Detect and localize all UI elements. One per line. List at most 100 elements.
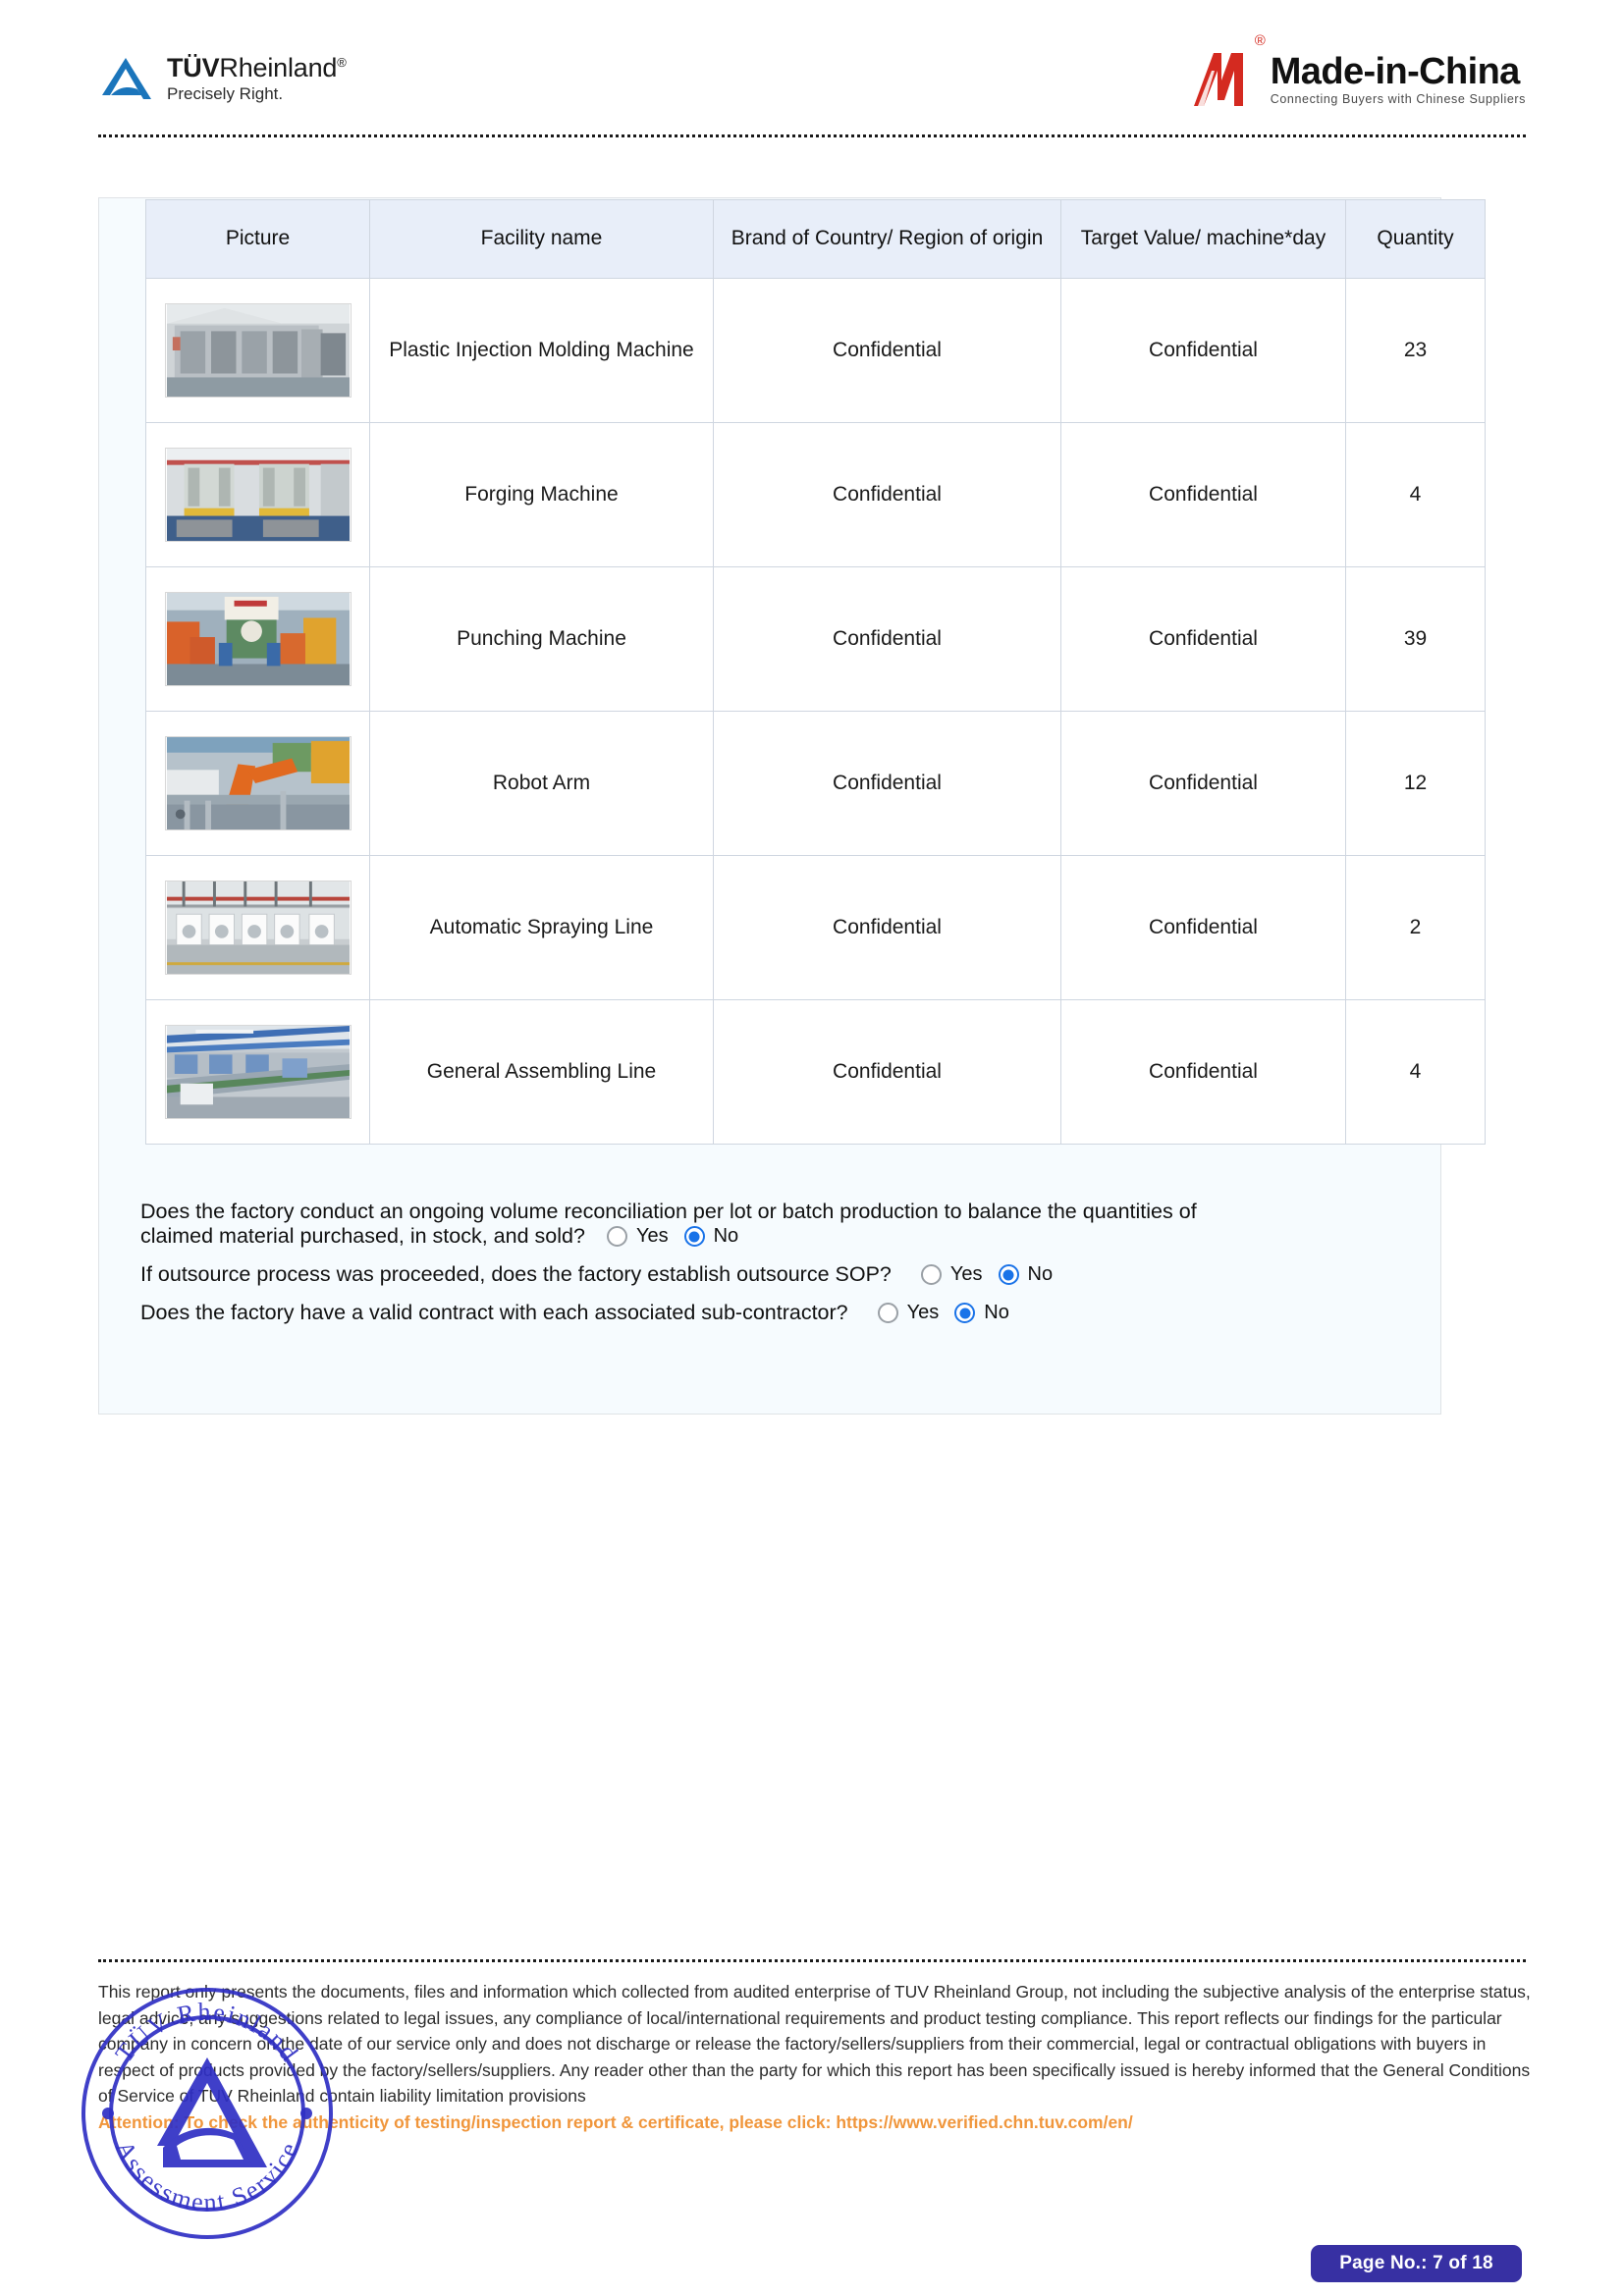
facility-name-cell: General Assembling Line (369, 999, 714, 1145)
facility-picture-cell (145, 422, 370, 567)
question-text-line1: If outsource process was proceeded, does… (140, 1262, 892, 1286)
column-header-quantity: Quantity (1345, 199, 1486, 279)
radio-option-yes[interactable]: Yes (606, 1225, 669, 1248)
radio-no-label: No (984, 1302, 1009, 1323)
radio-option-no[interactable]: No (998, 1263, 1054, 1286)
target-value-cell: Confidential (1060, 566, 1346, 712)
target-value-cell: Confidential (1060, 422, 1346, 567)
questionnaire: Does the factory conduct an ongoing volu… (140, 1200, 1436, 1339)
tuv-brand-bold: TÜV (167, 53, 220, 82)
column-header-target-value: Target Value/ machine*day (1060, 199, 1346, 279)
mic-tagline: Connecting Buyers with Chinese Suppliers (1270, 92, 1526, 106)
made-in-china-logo: ® Made-in-China Connecting Buyers with Ch… (1192, 33, 1526, 106)
question-outsource-sop: If outsource process was proceeded, does… (140, 1262, 1436, 1287)
radio-no-icon[interactable] (683, 1226, 705, 1247)
brand-origin-cell: Confidential (713, 999, 1061, 1145)
radio-group: Yes No (877, 1302, 1009, 1324)
radio-option-yes[interactable]: Yes (920, 1263, 983, 1286)
mic-m-icon (1192, 51, 1263, 106)
robot-arm-photo (164, 736, 352, 830)
tuv-brand-rest: Rheinland (219, 53, 338, 82)
facility-name-cell: Plastic Injection Molding Machine (369, 278, 714, 423)
brand-origin-cell: Confidential (713, 711, 1061, 856)
radio-no-icon[interactable] (954, 1303, 976, 1323)
radio-no-label: No (1027, 1263, 1054, 1285)
question-answer-row: claimed material purchased, in stock, an… (140, 1224, 1436, 1249)
facility-picture-cell (145, 566, 370, 712)
footer-attention-link[interactable]: Attention: To check the authenticity of … (98, 2112, 1542, 2133)
footer-divider (98, 1959, 1526, 1962)
target-value-cell: Confidential (1060, 711, 1346, 856)
mic-brand-text: Made-in-China (1270, 51, 1521, 93)
tuv-wordmark: TÜVRheinland® Precisely Right. (167, 55, 347, 103)
mic-registered-icon: ® (1254, 32, 1266, 50)
page-number-badge: Page No.: 7 of 18 (1311, 2245, 1522, 2282)
footer-disclaimer: This report only presents the documents,… (98, 1982, 1531, 2107)
radio-yes-label: Yes (635, 1225, 669, 1247)
facility-table: Picture Facility name Brand of Country/ … (145, 199, 1486, 1145)
quantity-cell: 12 (1345, 711, 1486, 856)
radio-yes-icon[interactable] (877, 1303, 898, 1323)
question-volume-reconciliation: Does the factory conduct an ongoing volu… (140, 1200, 1436, 1249)
brand-origin-cell: Confidential (713, 422, 1061, 567)
question-answer-row: If outsource process was proceeded, does… (140, 1262, 1436, 1287)
quantity-cell: 2 (1345, 855, 1486, 1000)
table-header-row: Picture Facility name Brand of Country/ … (145, 199, 1486, 279)
tuv-brand-name: TÜVRheinland® (167, 55, 347, 81)
question-text-line1: Does the factory conduct an ongoing volu… (140, 1200, 1197, 1223)
facility-picture-cell (145, 855, 370, 1000)
target-value-cell: Confidential (1060, 999, 1346, 1145)
general-assembling-line-photo (164, 1025, 352, 1119)
table-row: General Assembling Line Confidential Con… (145, 999, 1486, 1145)
column-header-brand-origin: Brand of Country/ Region of origin (713, 199, 1061, 279)
svg-text:Assessment Service: Assessment Service (110, 2136, 304, 2216)
brand-origin-cell: Confidential (713, 278, 1061, 423)
question-text-line1: Does the factory have a valid contract w… (140, 1301, 848, 1324)
column-header-facility-name: Facility name (369, 199, 714, 279)
column-header-picture: Picture (145, 199, 370, 279)
facility-name-cell: Automatic Spraying Line (369, 855, 714, 1000)
radio-option-no[interactable]: No (954, 1302, 1009, 1324)
question-subcontractor-contract: Does the factory have a valid contract w… (140, 1301, 1436, 1325)
radio-group: Yes No (920, 1263, 1054, 1286)
quantity-cell: 39 (1345, 566, 1486, 712)
quantity-cell: 4 (1345, 999, 1486, 1145)
radio-yes-label: Yes (906, 1302, 940, 1323)
tuv-triangle-icon (98, 55, 153, 102)
facility-picture-cell (145, 999, 370, 1145)
quantity-cell: 23 (1345, 278, 1486, 423)
tuv-tagline: Precisely Right. (167, 84, 284, 103)
tuv-rheinland-logo: TÜVRheinland® Precisely Right. (98, 55, 347, 102)
quantity-cell: 4 (1345, 422, 1486, 567)
facility-name-cell: Robot Arm (369, 711, 714, 856)
question-text-line2: claimed material purchased, in stock, an… (140, 1224, 585, 1248)
page-header: TÜVRheinland® Precisely Right. ® Made-in-… (98, 29, 1526, 128)
forging-machine-photo (164, 448, 352, 542)
radio-yes-label: Yes (949, 1263, 983, 1285)
radio-yes-icon[interactable] (920, 1264, 942, 1285)
mic-wordmark: ® Made-in-China Connecting Buyers with Ch… (1255, 33, 1526, 106)
radio-option-no[interactable]: No (683, 1225, 738, 1248)
table-row: Automatic Spraying Line Confidential Con… (145, 855, 1486, 1000)
target-value-cell: Confidential (1060, 278, 1346, 423)
facility-picture-cell (145, 711, 370, 856)
brand-origin-cell: Confidential (713, 566, 1061, 712)
mic-brand-name: ® Made-in-China (1255, 33, 1521, 93)
radio-option-yes[interactable]: Yes (877, 1302, 940, 1324)
brand-origin-cell: Confidential (713, 855, 1061, 1000)
table-row: Robot Arm Confidential Confidential 12 (145, 711, 1486, 856)
header-divider (98, 134, 1526, 137)
table-row: Forging Machine Confidential Confidentia… (145, 422, 1486, 567)
tuv-registered-icon: ® (337, 55, 347, 70)
radio-no-icon[interactable] (998, 1264, 1019, 1285)
plastic-injection-molding-machine-photo (164, 303, 352, 398)
facility-name-cell: Punching Machine (369, 566, 714, 712)
target-value-cell: Confidential (1060, 855, 1346, 1000)
punching-machine-photo (164, 592, 352, 686)
automatic-spraying-line-photo (164, 881, 352, 975)
facility-name-cell: Forging Machine (369, 422, 714, 567)
radio-group: Yes No (606, 1225, 738, 1248)
table-row: Plastic Injection Molding Machine Confid… (145, 278, 1486, 423)
question-answer-row: Does the factory have a valid contract w… (140, 1301, 1436, 1325)
radio-yes-icon[interactable] (606, 1226, 627, 1247)
